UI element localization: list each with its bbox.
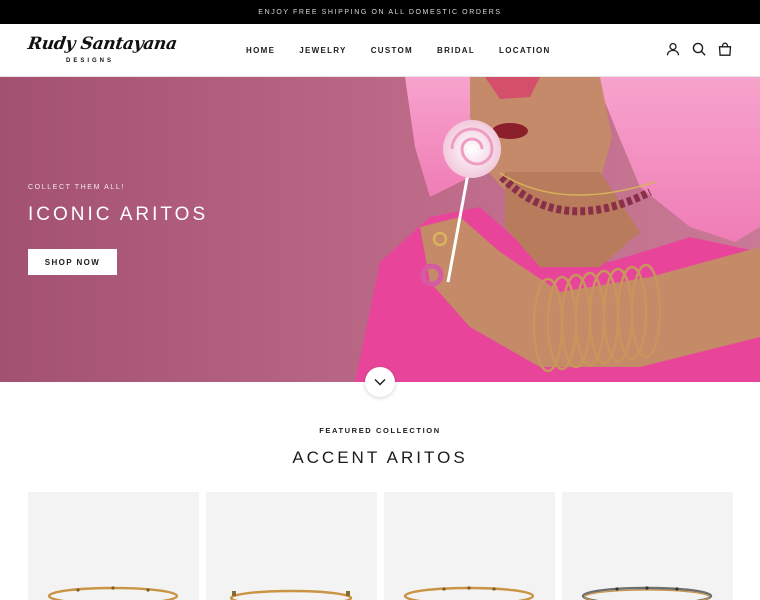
hero-kicker: COLLECT THEM ALL! (28, 184, 125, 191)
hero-image (0, 77, 760, 382)
product-card[interactable] (28, 492, 199, 600)
product-card[interactable] (384, 492, 555, 600)
search-icon[interactable] (692, 42, 706, 56)
nav-custom[interactable]: CUSTOM (371, 46, 413, 55)
nav-bridal[interactable]: BRIDAL (437, 46, 475, 55)
hero-banner: COLLECT THEM ALL! ICONIC ARITOS SHOP NOW (0, 77, 760, 382)
cart-icon[interactable] (718, 42, 732, 56)
logo[interactable]: Rudy Santayana DESIGNS (27, 34, 179, 70)
shop-now-button[interactable]: SHOP NOW (28, 249, 117, 275)
header-icons (666, 42, 732, 56)
announcement-bar: ENJOY FREE SHIPPING ON ALL DOMESTIC ORDE… (0, 0, 760, 24)
hero-title: ICONIC ARITOS (28, 204, 209, 225)
nav-jewelry[interactable]: JEWELRY (299, 46, 346, 55)
featured-title: ACCENT ARITOS (292, 448, 468, 467)
nav-location[interactable]: LOCATION (499, 46, 551, 55)
announcement-text: ENJOY FREE SHIPPING ON ALL DOMESTIC ORDE… (258, 8, 502, 16)
product-card[interactable] (206, 492, 377, 600)
nav-home[interactable]: HOME (246, 46, 275, 55)
account-icon[interactable] (666, 42, 680, 56)
featured-kicker: FEATURED COLLECTION (319, 426, 441, 435)
product-image (229, 589, 353, 600)
chevron-down-icon (374, 379, 386, 386)
scroll-down-button[interactable] (365, 367, 395, 397)
product-image (47, 586, 179, 600)
site-header: Rudy Santayana DESIGNS HOME JEWELRY CUST… (0, 24, 760, 77)
product-card[interactable] (562, 492, 733, 600)
product-grid (28, 492, 733, 600)
logo-sub: DESIGNS (66, 58, 115, 64)
main-nav: HOME JEWELRY CUSTOM BRIDAL LOCATION (246, 24, 551, 77)
logo-script: Rudy Santayana (26, 34, 179, 54)
product-image (581, 586, 713, 600)
product-image (403, 586, 535, 600)
